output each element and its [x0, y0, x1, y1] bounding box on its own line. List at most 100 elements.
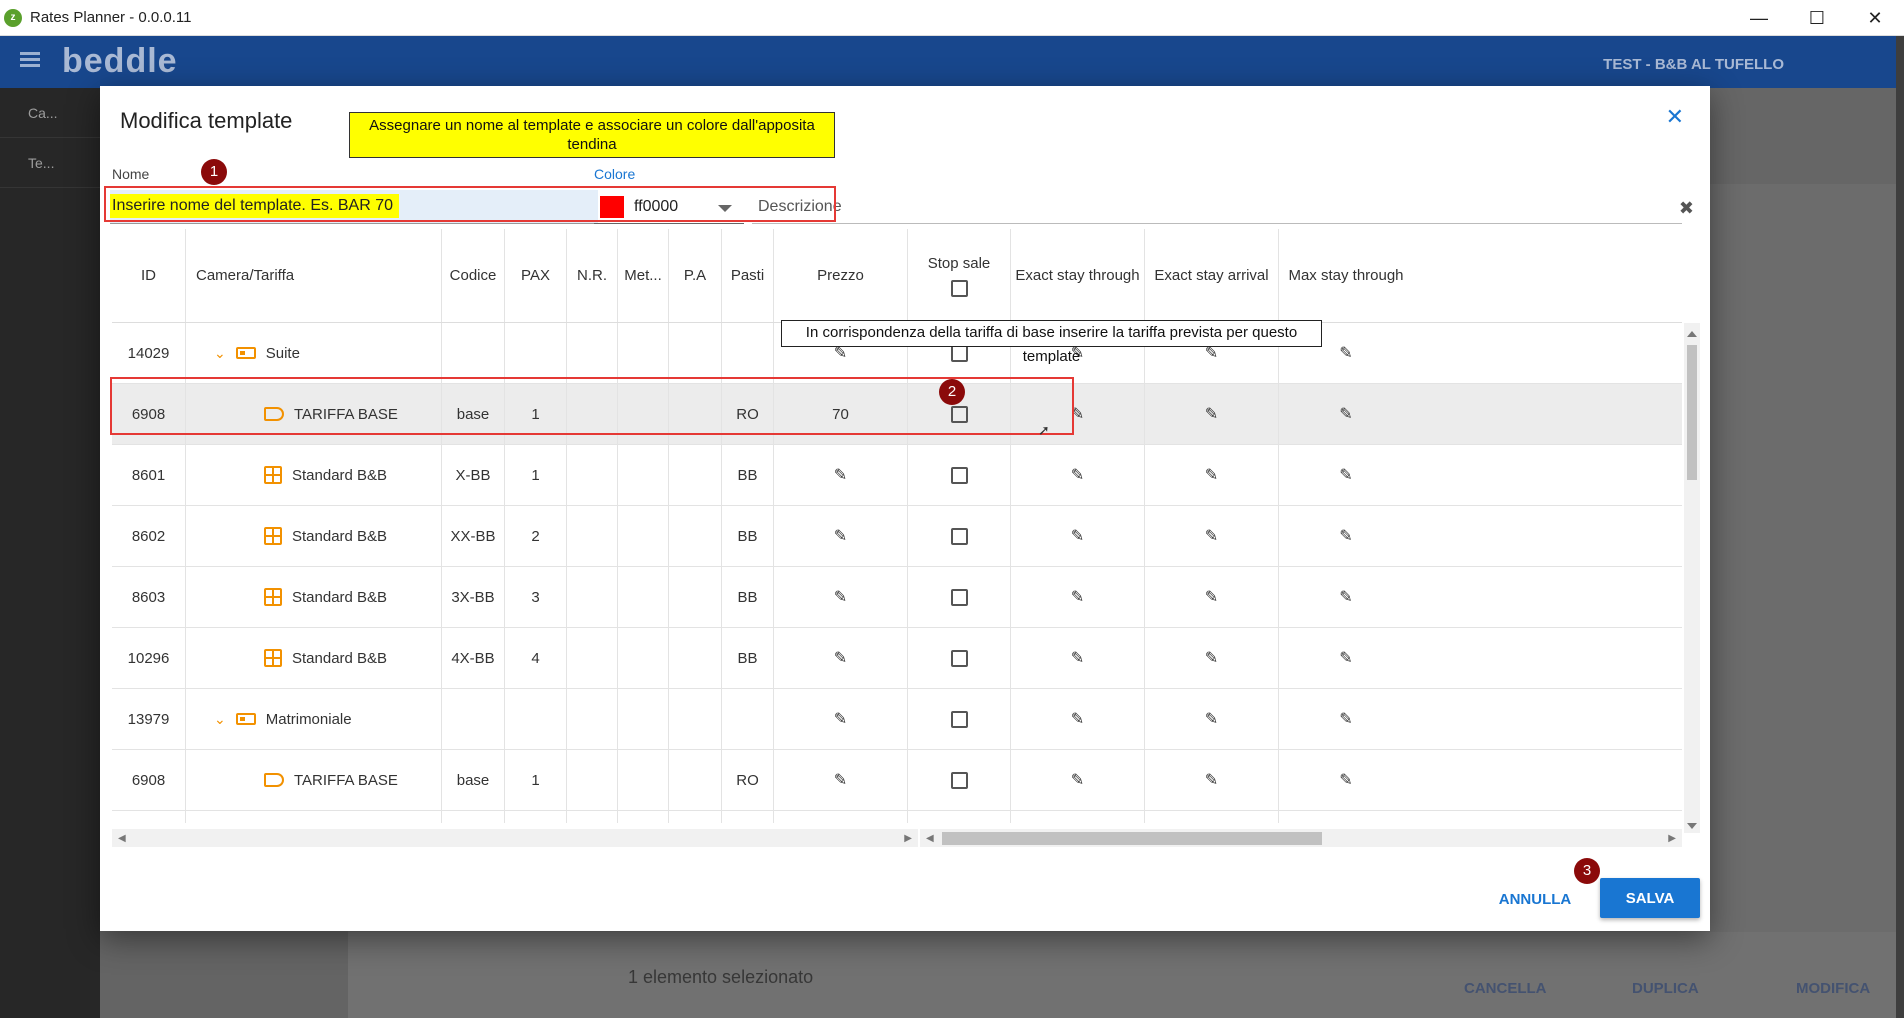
window-close-button[interactable]: ✕ [1846, 0, 1904, 36]
cell-exact-through[interactable]: ✎ [1011, 689, 1145, 749]
table-row[interactable]: 13979 ⌄ Matrimoniale ✎ ✎ ✎ ✎ [112, 689, 1682, 750]
cell-exact-arrival[interactable]: ✎ [1145, 384, 1279, 444]
scroll-down-arrow[interactable] [1687, 823, 1697, 829]
header-pax[interactable]: PAX [505, 229, 567, 322]
cell-max-through[interactable]: ✎ [1279, 567, 1413, 627]
pencil-icon[interactable]: ✎ [834, 648, 847, 668]
scroll-right-arrow[interactable]: ▶ [1668, 833, 1676, 844]
horizontal-scroll-thumb[interactable] [942, 832, 1322, 845]
clear-icon[interactable]: ✖ [1679, 198, 1694, 219]
maximize-button[interactable]: ☐ [1788, 0, 1846, 36]
pencil-icon[interactable]: ✎ [1339, 648, 1352, 668]
stop-sale-checkbox[interactable] [950, 771, 968, 789]
scroll-left-arrow[interactable]: ◀ [118, 833, 126, 844]
pencil-icon[interactable]: ✎ [834, 587, 847, 607]
table-row[interactable]: 10296 Standard B&B 4X-BB 4 BB ✎ ✎ ✎ ✎ [112, 628, 1682, 689]
cell-stop-sale[interactable] [908, 506, 1011, 566]
pencil-icon[interactable]: ✎ [1205, 526, 1218, 546]
stop-sale-checkbox[interactable] [950, 466, 968, 484]
cell-exact-arrival[interactable]: ✎ [1145, 689, 1279, 749]
header-codice[interactable]: Codice [442, 229, 505, 322]
pencil-icon[interactable]: ✎ [1339, 404, 1352, 424]
cell-camera-tariffa[interactable]: Standard B&B [186, 506, 442, 566]
pencil-icon[interactable]: ✎ [1205, 648, 1218, 668]
cell-stop-sale[interactable] [908, 811, 1011, 823]
pencil-icon[interactable]: ✎ [1205, 587, 1218, 607]
cell-exact-through[interactable]: ✎ [1011, 750, 1145, 810]
save-button[interactable]: SALVA [1600, 878, 1700, 918]
description-field[interactable]: ✖ [752, 190, 1694, 224]
pencil-icon[interactable]: ✎ [1071, 648, 1084, 668]
cell-exact-through[interactable]: ✎ [1011, 567, 1145, 627]
cell-camera-tariffa[interactable]: Standard B&B [186, 567, 442, 627]
cell-camera-tariffa[interactable]: Standard B&B [186, 445, 442, 505]
pencil-icon[interactable]: ✎ [1071, 770, 1084, 790]
cancel-button[interactable]: ANNULLA [1476, 880, 1594, 918]
header-camera[interactable]: Camera/Tariffa [186, 229, 442, 322]
pencil-icon[interactable]: ✎ [1205, 465, 1218, 485]
header-pasti[interactable]: Pasti [722, 229, 774, 322]
cell-exact-through[interactable]: ✎ [1011, 811, 1145, 823]
cell-max-through[interactable]: ✎ [1279, 628, 1413, 688]
cell-max-through[interactable]: ✎ [1279, 384, 1413, 444]
horizontal-scrollbar-right[interactable]: ◀ ▶ [920, 829, 1682, 847]
stop-sale-checkbox[interactable] [950, 649, 968, 667]
close-icon[interactable]: ✕ [1666, 104, 1684, 130]
cell-prezzo[interactable]: ✎ [774, 689, 908, 749]
header-stop-sale[interactable]: Stop sale [908, 229, 1011, 322]
cell-max-through[interactable]: ✎ [1279, 811, 1413, 823]
cell-exact-arrival[interactable]: ✎ [1145, 628, 1279, 688]
cell-stop-sale[interactable] [908, 445, 1011, 505]
pencil-icon[interactable]: ✎ [1071, 709, 1084, 729]
cell-max-through[interactable]: ✎ [1279, 750, 1413, 810]
header-prezzo[interactable]: Prezzo [774, 229, 908, 322]
pencil-icon[interactable]: ✎ [834, 770, 847, 790]
cell-camera-tariffa[interactable]: TARIFFA BASE [186, 750, 442, 810]
vertical-scroll-thumb[interactable] [1687, 345, 1697, 480]
cell-max-through[interactable]: ✎ [1279, 506, 1413, 566]
cell-exact-through[interactable]: ✎ [1011, 506, 1145, 566]
scroll-up-arrow[interactable] [1687, 331, 1697, 337]
cell-prezzo[interactable]: ✎ [774, 506, 908, 566]
pencil-icon[interactable]: ✎ [1205, 770, 1218, 790]
stop-sale-checkbox[interactable] [950, 344, 968, 362]
cell-max-through[interactable]: ✎ [1279, 689, 1413, 749]
pencil-icon[interactable]: ✎ [1071, 465, 1084, 485]
cell-exact-through[interactable]: ✎ [1011, 445, 1145, 505]
minimize-button[interactable]: — [1730, 0, 1788, 36]
cell-prezzo[interactable]: ✎ [774, 567, 908, 627]
header-id[interactable]: ID [112, 229, 186, 322]
pencil-icon[interactable]: ✎ [1071, 587, 1084, 607]
cell-exact-arrival[interactable]: ✎ [1145, 506, 1279, 566]
scroll-left-arrow[interactable]: ◀ [926, 833, 934, 844]
description-input[interactable] [752, 190, 1682, 223]
table-row[interactable]: 6908 TARIFFA BASE base 1 RO ✎ ✎ ✎ ✎ [112, 750, 1682, 811]
pencil-icon[interactable]: ✎ [1339, 465, 1352, 485]
cell-camera-tariffa[interactable]: ⌄ Matrimoniale [186, 689, 442, 749]
pencil-icon[interactable]: ✎ [834, 526, 847, 546]
cell-stop-sale[interactable] [908, 628, 1011, 688]
header-met[interactable]: Met... [618, 229, 669, 322]
table-row[interactable]: 8601 Standard B&B X-BB1 BB ✎ ✎ ✎ ✎ [112, 445, 1682, 506]
cell-exact-arrival[interactable]: ✎ [1145, 811, 1279, 823]
header-max-through[interactable]: Max stay through [1279, 229, 1413, 322]
stop-sale-checkbox[interactable] [950, 588, 968, 606]
pencil-icon[interactable]: ✎ [1205, 709, 1218, 729]
stop-sale-all-checkbox[interactable] [950, 279, 968, 297]
cell-prezzo[interactable]: ✎ [774, 811, 908, 823]
header-exact-through[interactable]: Exact stay through [1011, 229, 1145, 322]
cell-prezzo[interactable]: ✎ [774, 628, 908, 688]
cell-prezzo[interactable]: ✎ [774, 750, 908, 810]
pencil-icon[interactable]: ✎ [834, 465, 847, 485]
cell-exact-arrival[interactable]: ✎ [1145, 750, 1279, 810]
vertical-scrollbar[interactable] [1684, 323, 1700, 833]
pencil-icon[interactable]: ✎ [1339, 587, 1352, 607]
pencil-icon[interactable]: ✎ [1339, 770, 1352, 790]
horizontal-scrollbar-left[interactable]: ◀ ▶ [112, 829, 918, 847]
cell-camera-tariffa[interactable]: ⌄ Suite [186, 323, 442, 383]
pencil-icon[interactable]: ✎ [1339, 526, 1352, 546]
header-nr[interactable]: N.R. [567, 229, 618, 322]
chevron-down-icon[interactable]: ⌄ [214, 345, 226, 362]
pencil-icon[interactable]: ✎ [1071, 526, 1084, 546]
pencil-icon[interactable]: ✎ [1339, 343, 1352, 363]
